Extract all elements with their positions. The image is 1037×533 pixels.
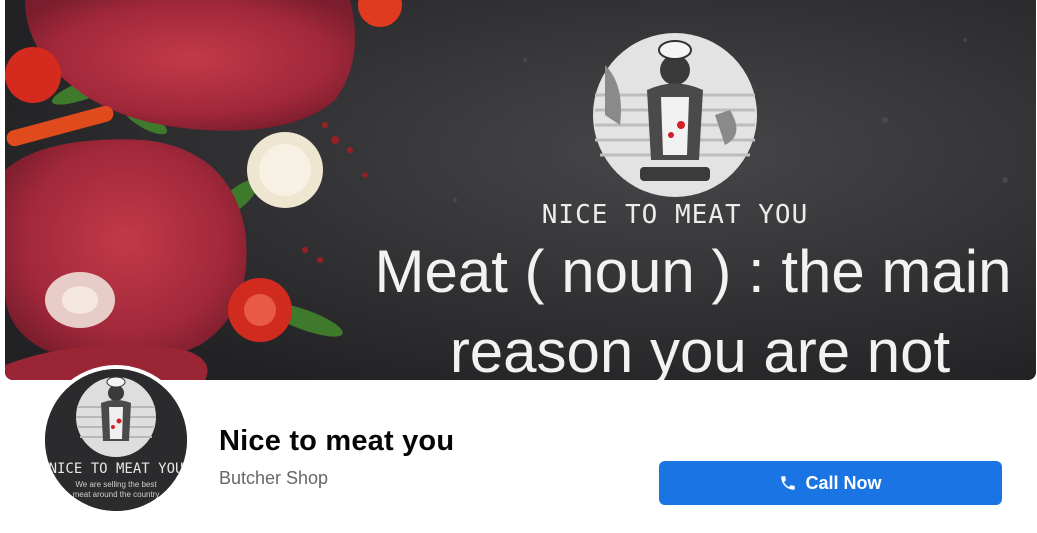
avatar-tagline-2: meat around the country — [73, 490, 160, 499]
cover-logo-text: NICE TO MEAT YOU — [542, 200, 808, 230]
avatar-tagline-1: We are selling the best — [75, 480, 157, 489]
call-now-button[interactable]: Call Now — [659, 461, 1002, 505]
call-now-label: Call Now — [805, 472, 882, 493]
avatar-logo-text: NICE TO MEAT YOU — [49, 461, 184, 477]
page-title[interactable]: Nice to meat you — [219, 425, 454, 458]
page-category[interactable]: Butcher Shop — [219, 468, 328, 489]
phone-icon — [779, 474, 797, 492]
profile-picture[interactable]: NICE TO MEAT YOU We are selling the best… — [41, 365, 191, 515]
avatar: NICE TO MEAT YOU We are selling the best… — [45, 369, 187, 511]
cover-quote-line2: reason you are not — [450, 318, 951, 380]
cover-photo[interactable]: NICE TO MEAT YOU Meat ( noun ) : the mai… — [5, 0, 1036, 380]
cover-quote-line1: Meat ( noun ) : the main — [375, 238, 1012, 305]
